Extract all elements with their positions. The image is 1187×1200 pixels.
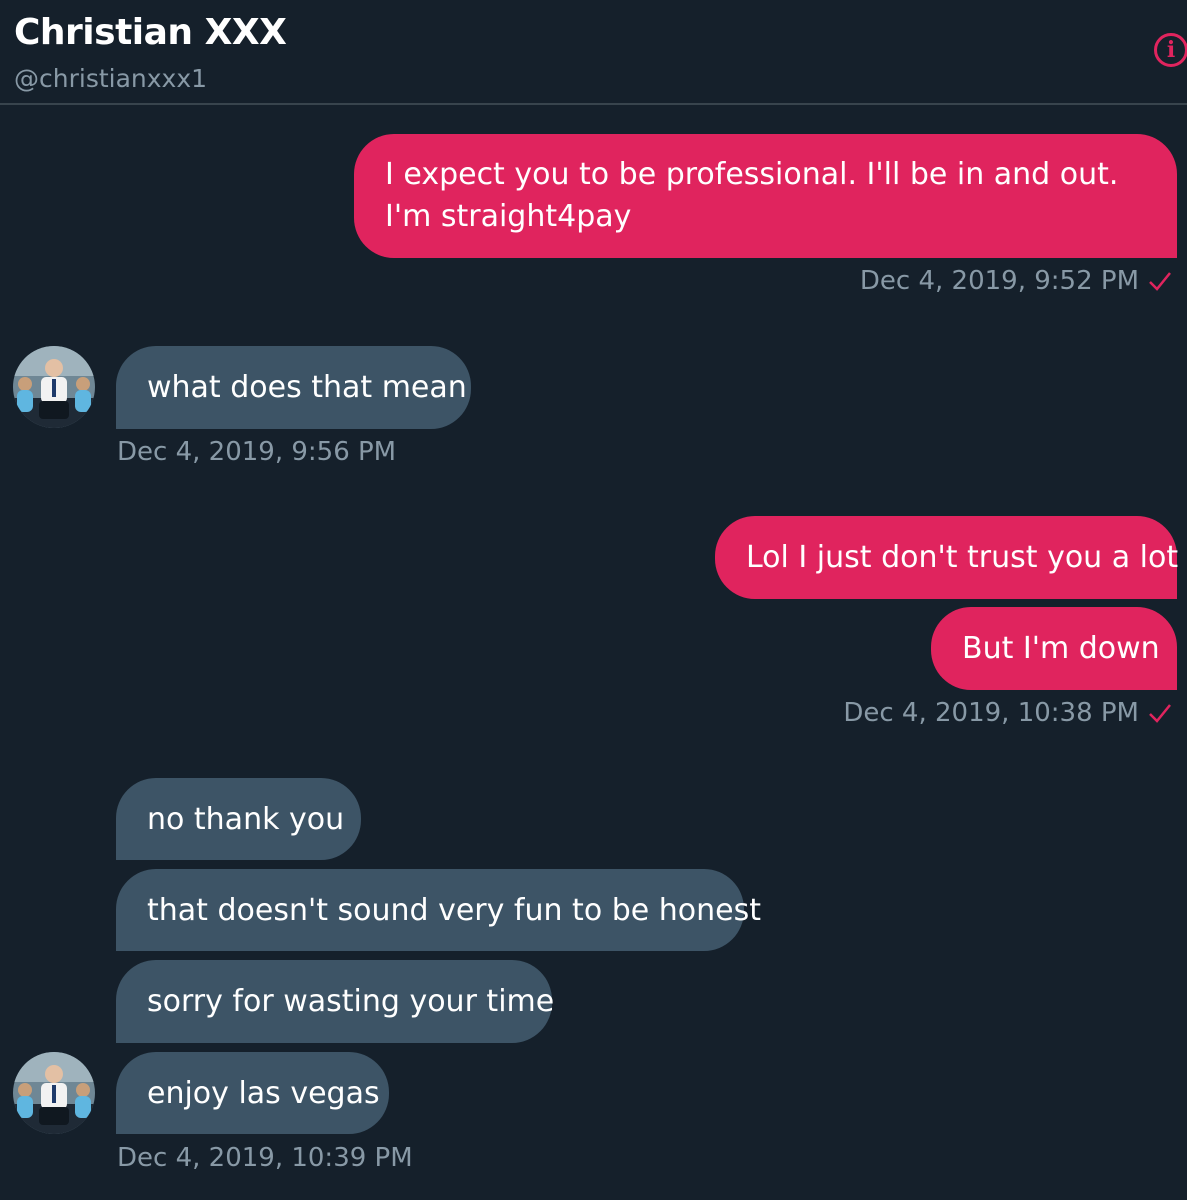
- info-icon[interactable]: i: [1154, 33, 1187, 67]
- received-message-bubble[interactable]: no thank you: [116, 778, 361, 860]
- received-message-timestamp: Dec 4, 2019, 10:39 PM: [117, 1143, 413, 1173]
- message-text: that doesn't sound very fun to be honest: [147, 892, 761, 928]
- received-message-bubble[interactable]: sorry for wasting your time: [116, 960, 555, 1043]
- received-message-bubble[interactable]: that doesn't sound very fun to be honest: [116, 869, 761, 951]
- message-text: I expect you to be professional. I'll be…: [385, 157, 1119, 234]
- read-check-icon: [1149, 704, 1171, 723]
- contact-handle[interactable]: @christianxxx1: [14, 64, 207, 93]
- received-message-timestamp: Dec 4, 2019, 9:56 PM: [117, 437, 397, 467]
- sent-message-bubble[interactable]: Lol I just don't trust you a lot: [715, 516, 1179, 599]
- message-text: But I'm down: [962, 631, 1160, 666]
- sent-message-bubble[interactable]: But I'm down: [931, 607, 1177, 690]
- contact-avatar[interactable]: [13, 1052, 95, 1134]
- message-text: no thank you: [147, 801, 345, 837]
- message-text: enjoy las vegas: [147, 1075, 380, 1111]
- contact-avatar[interactable]: [13, 346, 95, 428]
- conversation-header: Christian XXX @christianxxx1 i: [0, 0, 1187, 105]
- message-timestamp: Dec 4, 2019, 9:52 PM: [859, 266, 1139, 296]
- message-text: what does that mean: [147, 370, 467, 405]
- message-text: Lol I just don't trust you a lot: [746, 540, 1179, 575]
- read-check-icon: [1149, 272, 1171, 291]
- received-message-bubble[interactable]: enjoy las vegas: [116, 1052, 389, 1134]
- sent-message-meta: Dec 4, 2019, 10:38 PM: [843, 698, 1173, 728]
- sent-message-bubble[interactable]: I expect you to be professional. I'll be…: [354, 134, 1177, 258]
- message-timestamp: Dec 4, 2019, 10:38 PM: [843, 698, 1139, 728]
- received-message-bubble[interactable]: what does that mean: [116, 346, 471, 429]
- contact-name[interactable]: Christian XXX: [14, 12, 287, 53]
- message-text: sorry for wasting your time: [147, 984, 555, 1019]
- sent-message-meta: Dec 4, 2019, 9:52 PM: [860, 266, 1173, 296]
